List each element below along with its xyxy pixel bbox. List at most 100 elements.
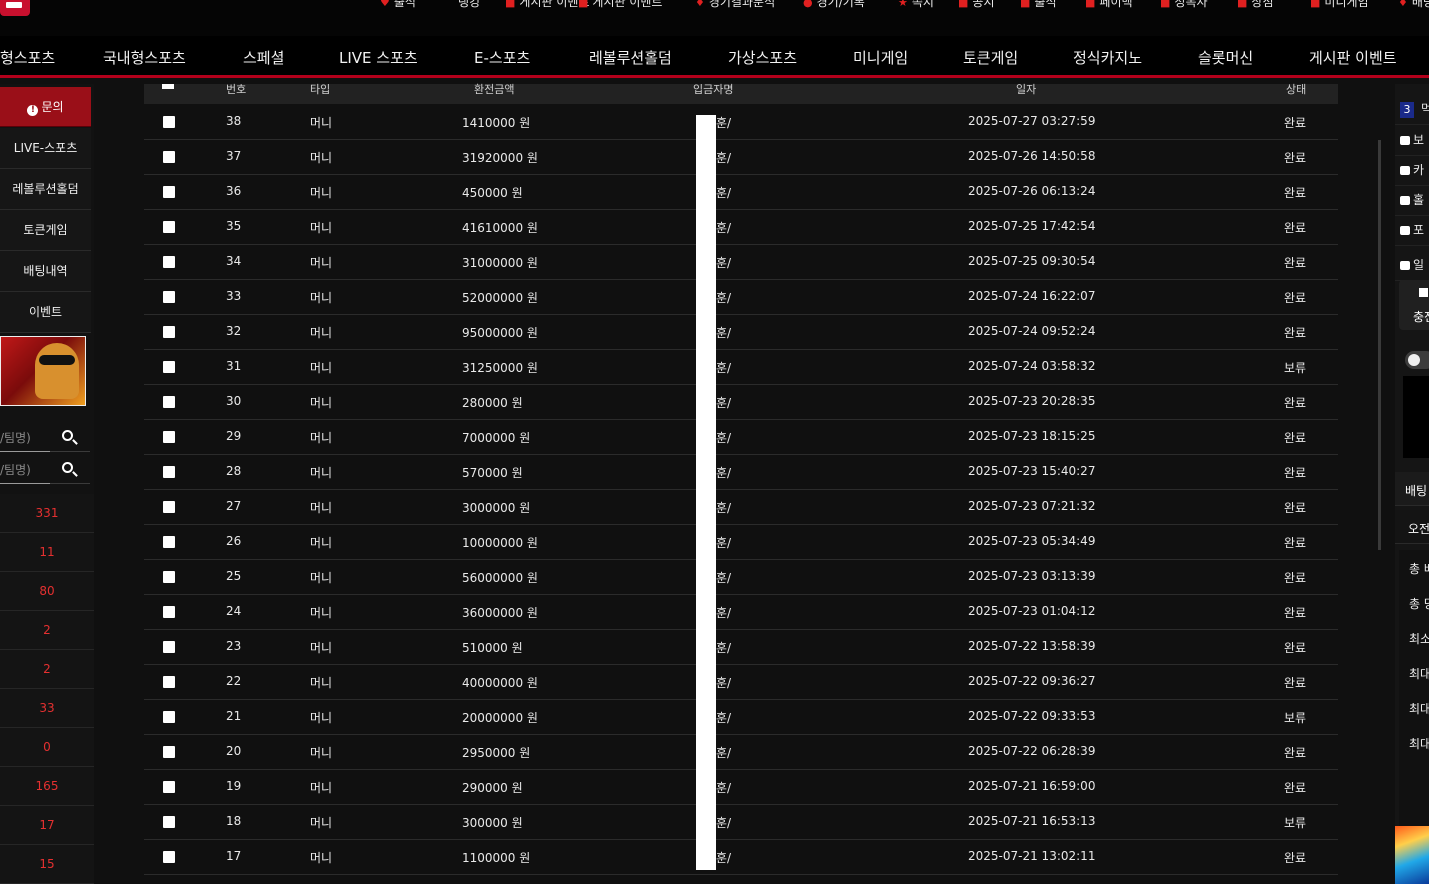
sidebar-item-live-sports[interactable]: LIVE-스포츠	[0, 128, 91, 169]
row-checkbox[interactable]	[163, 431, 175, 443]
nav-item-esports[interactable]: E-스포츠	[474, 47, 530, 68]
row-checkbox[interactable]	[163, 256, 175, 268]
row-checkbox[interactable]	[163, 641, 175, 653]
promo-banner-right[interactable]	[1395, 826, 1429, 884]
right-badge-row[interactable]: 3 먹	[1395, 90, 1429, 125]
row-checkbox[interactable]	[163, 221, 175, 233]
sidebar-item-holdem[interactable]: 레볼루션홀덤	[0, 169, 91, 210]
row-checkbox[interactable]	[163, 536, 175, 548]
count-item[interactable]: 165	[0, 767, 94, 806]
row-checkbox[interactable]	[163, 291, 175, 303]
search-icon[interactable]	[62, 462, 73, 473]
count-item[interactable]: 2	[0, 650, 94, 689]
nav-item-minigame[interactable]: 미니게임	[853, 47, 908, 68]
count-item[interactable]: 331	[0, 494, 94, 533]
summary-line: 최대	[1409, 702, 1429, 716]
nav-item-virtual-sports[interactable]: 가상스포츠	[728, 47, 797, 68]
util-item-12[interactable]: ■ 상점	[1237, 0, 1274, 10]
util-item-1[interactable]: ♥ 출석	[380, 0, 416, 10]
count-item[interactable]: 11	[0, 533, 94, 572]
cell-no: 38	[226, 114, 242, 128]
nav-item-slot[interactable]: 슬롯머신	[1198, 47, 1253, 68]
table-row: 17 머니 1100000 원 훈/2025-07-21 13:02:11 완료	[144, 840, 1338, 875]
row-checkbox[interactable]	[163, 676, 175, 688]
nav-item-revolution-holdem[interactable]: 레볼루션홀덤	[589, 47, 672, 68]
nav-item-board-event[interactable]: 게시판 이벤트	[1309, 47, 1397, 68]
count-item[interactable]: 2	[0, 611, 94, 650]
count-item[interactable]: 17	[0, 806, 94, 845]
scrollbar[interactable]	[1378, 140, 1381, 550]
cell-type: 머니	[310, 746, 333, 760]
row-checkbox[interactable]	[163, 501, 175, 513]
sidebar-item-inquiry[interactable]: ! 문의	[0, 87, 91, 127]
right-link[interactable]: 일	[1395, 246, 1429, 281]
row-checkbox[interactable]	[163, 606, 175, 618]
row-checkbox[interactable]	[163, 851, 175, 863]
sidebar-item-event[interactable]: 이벤트	[0, 292, 91, 333]
cell-status: 완료	[1284, 431, 1307, 445]
count-item[interactable]: 15	[0, 845, 94, 884]
cell-amount: 300000 원	[462, 816, 523, 830]
row-checkbox[interactable]	[163, 711, 175, 723]
search-icon[interactable]	[62, 430, 73, 441]
select-all-checkbox[interactable]	[162, 84, 174, 89]
cell-status: 완료	[1284, 221, 1307, 235]
nav-item-token-game[interactable]: 토큰게임	[963, 47, 1018, 68]
util-item-13[interactable]: ■ 미니게임	[1310, 0, 1369, 10]
util-item-11[interactable]: ■ 정복자	[1160, 0, 1208, 10]
cell-amount: 2950000 원	[462, 746, 531, 760]
row-checkbox[interactable]	[163, 361, 175, 373]
nav-item-casino[interactable]: 정식카지노	[1073, 47, 1142, 68]
site-logo[interactable]	[0, 0, 30, 16]
row-checkbox[interactable]	[163, 396, 175, 408]
page-root: ♥ 출석 랭킹 ■ 게시판 이벤트 ■ 게시판 이벤트 ♦ 경기결과분석 ● 경기/기록 …	[0, 0, 1429, 884]
cell-type: 머니	[310, 326, 333, 340]
team-search-2[interactable]: /팀명)	[0, 454, 90, 484]
row-checkbox[interactable]	[163, 816, 175, 828]
count-item[interactable]: 33	[0, 689, 94, 728]
util-item-2[interactable]: 랭킹	[458, 0, 480, 10]
right-link[interactable]: 포	[1395, 211, 1429, 246]
cell-type: 머니	[310, 606, 333, 620]
util-item-6[interactable]: ● 경기/기록	[803, 0, 865, 10]
count-item[interactable]: 80	[0, 572, 94, 611]
cell-no: 25	[226, 569, 242, 583]
nav-item-sports[interactable]: 형스포츠	[0, 47, 55, 68]
row-checkbox[interactable]	[163, 746, 175, 758]
row-checkbox[interactable]	[163, 571, 175, 583]
util-item-14[interactable]: ♦ 배팅	[1398, 0, 1429, 10]
nav-item-live-sports[interactable]: LIVE 스포츠	[339, 47, 418, 68]
cell-depositor: 훈/	[716, 536, 732, 550]
row-checkbox[interactable]	[163, 186, 175, 198]
count-item[interactable]: 0	[0, 728, 94, 767]
row-checkbox[interactable]	[163, 326, 175, 338]
util-item-8[interactable]: ■ 공지	[958, 0, 995, 10]
hero-figure	[35, 343, 79, 399]
row-checkbox[interactable]	[163, 466, 175, 478]
charge-button[interactable]: 충전	[1399, 280, 1429, 330]
row-checkbox[interactable]	[163, 781, 175, 793]
cell-depositor: 훈/	[716, 396, 732, 410]
toggle-switch[interactable]	[1405, 351, 1429, 369]
util-item-9[interactable]: ■ 출석	[1020, 0, 1057, 10]
util-item-10[interactable]: ■ 페이백	[1085, 0, 1133, 10]
nav-item-domestic-sports[interactable]: 국내형스포츠	[103, 47, 186, 68]
nav-item-special[interactable]: 스페셜	[243, 47, 284, 68]
row-checkbox[interactable]	[163, 151, 175, 163]
sidebar-item-token-game[interactable]: 토큰게임	[0, 210, 91, 251]
bet-section-subheader: 오전	[1395, 510, 1429, 544]
cell-type: 머니	[310, 396, 333, 410]
util-item-5[interactable]: ♦ 경기결과분석	[695, 0, 775, 10]
util-item-7[interactable]: ★ 쪽지	[898, 0, 934, 10]
cell-depositor: 훈/	[716, 851, 732, 865]
promo-banner[interactable]	[0, 336, 86, 406]
util-item-4[interactable]: ■ 게시판 이벤트	[578, 0, 662, 10]
cell-status: 완료	[1284, 116, 1307, 130]
cell-no: 20	[226, 744, 242, 758]
sidebar-item-bet-history[interactable]: 배팅내역	[0, 251, 91, 292]
row-checkbox[interactable]	[163, 116, 175, 128]
team-search-1[interactable]: /팀명)	[0, 422, 90, 452]
table-row: 32 머니 95000000 원 훈/2025-07-24 09:52:24 완료	[144, 315, 1338, 350]
util-item-3[interactable]: ■ 게시판 이벤트	[505, 0, 589, 10]
table-row: 27 머니 3000000 원 훈/2025-07-23 07:21:32 완료	[144, 490, 1338, 525]
